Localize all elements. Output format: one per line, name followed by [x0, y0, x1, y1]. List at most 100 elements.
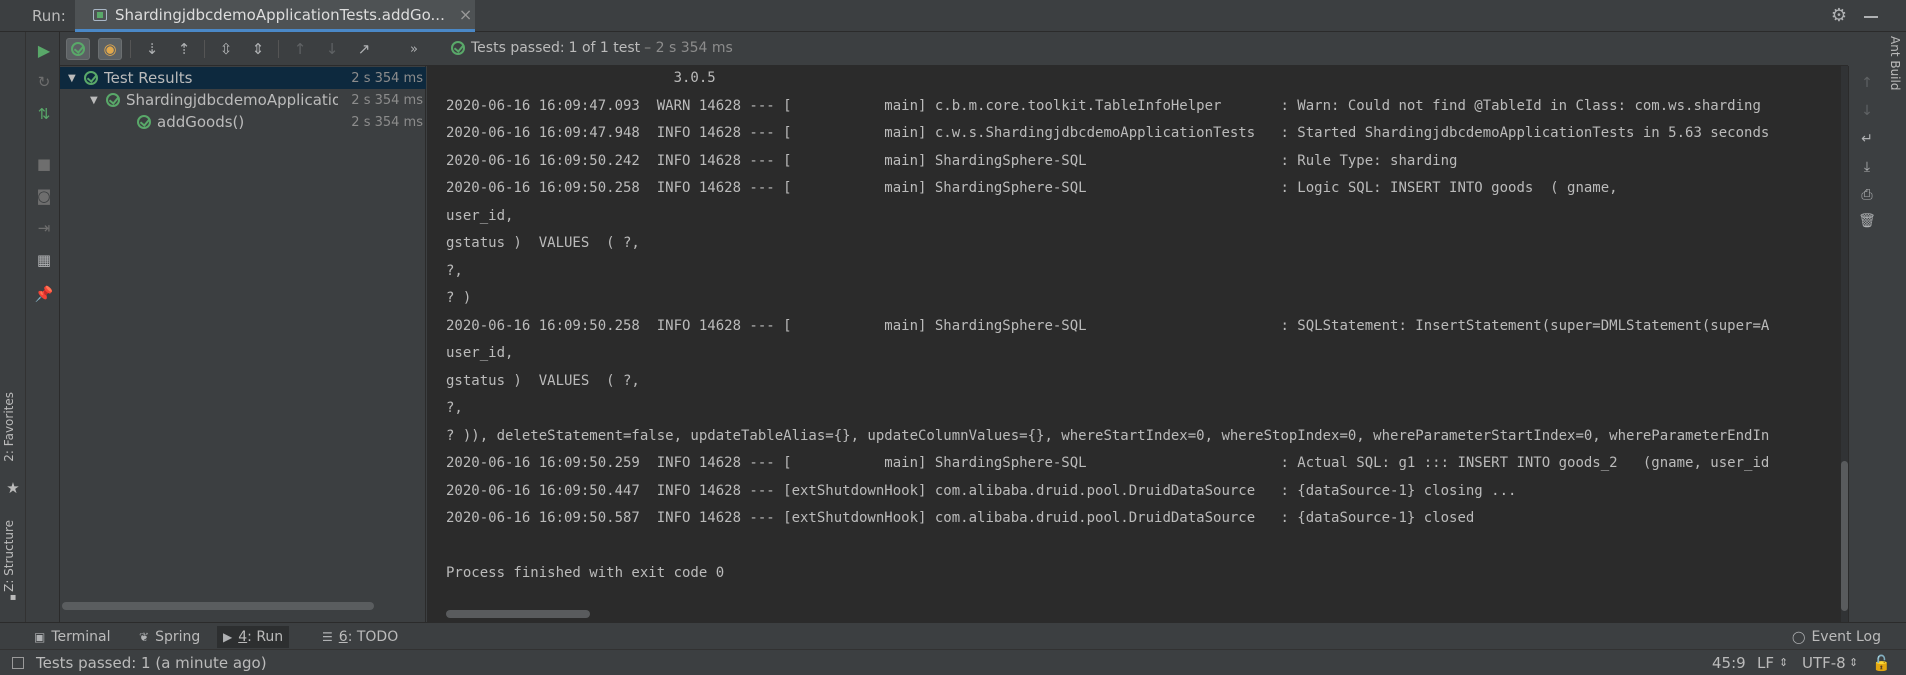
spring-label: Spring: [155, 629, 201, 645]
soft-wrap-icon[interactable]: ↵: [1858, 130, 1876, 148]
console-line: Process finished with exit code 0: [446, 565, 725, 581]
console-line: ?,: [446, 262, 463, 279]
event-log-icon: ◯: [1792, 630, 1806, 644]
show-ignored-toggle[interactable]: ◉: [98, 38, 122, 60]
toggle-auto-test-icon[interactable]: ⇅: [34, 104, 54, 124]
stop-icon[interactable]: ■: [34, 154, 54, 174]
arrow-down-icon[interactable]: ↓: [320, 38, 344, 60]
file-encoding[interactable]: UTF-8: [1802, 654, 1846, 672]
arrow-up-icon[interactable]: ↑: [1858, 74, 1876, 92]
expand-all-icon[interactable]: ⇳: [214, 38, 238, 60]
toolbar-separator: [278, 40, 279, 58]
tests-passed-label: Tests passed:: [471, 40, 565, 56]
tree-item-label: addGoods(): [157, 113, 245, 131]
tool-window-bar: ▣ Terminal ❦ Spring ▶ 4: Run ☰ 6: TODO ◯…: [0, 622, 1906, 649]
terminal-label: Terminal: [51, 629, 111, 645]
ant-build-tool-button[interactable]: Ant Build: [1888, 36, 1902, 90]
console-line: ? )), deleteStatement=false, updateTable…: [446, 427, 1770, 444]
chevron-down-icon: ⇕: [1779, 656, 1789, 669]
terminal-icon: ▣: [34, 630, 46, 644]
console-line: user_id,: [446, 345, 514, 361]
expand-arrow-icon[interactable]: ▼: [68, 73, 78, 84]
console-horizontal-scrollbar[interactable]: [446, 610, 590, 618]
tests-count: 1 of 1 test: [568, 40, 641, 56]
print-icon[interactable]: ⎙: [1858, 186, 1876, 204]
console-output[interactable]: 3.0.5 2020-06-16 16:09:47.093 WARN 14628 …: [427, 66, 1848, 622]
console-line: gstatus ) VALUES ( ?,: [446, 235, 640, 251]
test-status: Tests passed: 1 of 1 test – 2 s 354 ms: [451, 40, 733, 56]
run-config-tab-title: ShardingjdbcdemoApplicationTests.addGo..…: [115, 5, 445, 24]
console-line: gstatus ) VALUES ( ?,: [446, 372, 640, 389]
sort-duration-icon[interactable]: ⇡: [172, 38, 196, 60]
run-tool-window-header: Run: ShardingjdbcdemoApplicationTests.ad…: [0, 0, 1906, 32]
list-icon: ☰: [322, 630, 333, 644]
structure-tool-button[interactable]: Z: Structure: [2, 520, 24, 592]
console-line: 2020-06-16 16:09:50.587 INFO 14628 --- […: [446, 510, 1475, 526]
check-icon: [106, 93, 120, 107]
check-icon: [71, 42, 85, 56]
collapse-all-icon[interactable]: ⇕: [246, 38, 270, 60]
left-tool-strip: 2: Favorites ★ Z: Structure ▪: [0, 32, 26, 622]
minimize-icon[interactable]: [1862, 7, 1880, 25]
console-line: 2020-06-16 16:09:50.242 INFO 14628 --- […: [446, 152, 1458, 169]
show-passed-toggle[interactable]: [66, 38, 90, 60]
check-icon: [137, 115, 151, 129]
tree-item-duration: 2 s 354 ms: [351, 92, 423, 108]
pin-icon[interactable]: 📌: [34, 284, 54, 304]
tests-time: – 2 s 354 ms: [644, 40, 733, 56]
arrow-down-icon[interactable]: ↓: [1858, 102, 1876, 120]
console-tools: ↑ ↓ ↵ ⤓ ⎙ 🗑: [1848, 66, 1884, 622]
trash-icon[interactable]: 🗑: [1858, 212, 1876, 230]
run-mnemonic: 4: [238, 629, 248, 645]
caret-position[interactable]: 45:9: [1712, 654, 1746, 672]
todo-mnemonic: 6: [338, 629, 348, 645]
toolbar-separator: [130, 40, 131, 58]
terminal-tool-button[interactable]: ▣ Terminal: [28, 626, 117, 648]
tree-item-test-method[interactable]: addGoods() 2 s 354 ms: [60, 111, 426, 133]
scroll-to-end-icon[interactable]: ⤓: [1858, 158, 1876, 176]
test-results-tree: ▼ Test Results 2 s 354 ms ▼ Shardingjdbc…: [60, 66, 426, 622]
line-separator[interactable]: LF: [1757, 654, 1774, 672]
arrow-up-icon[interactable]: ↑: [288, 38, 312, 60]
structure-icon: ▪: [9, 592, 17, 603]
run-actions-toolbar: ▶ ↻ ⇅ ■ ◙ ⇥ ▦ 📌: [26, 32, 60, 622]
todo-tool-button[interactable]: ☰ 6: TODO: [316, 626, 404, 648]
rerun-failed-icon[interactable]: ↻: [34, 72, 54, 92]
tree-horizontal-scrollbar[interactable]: [62, 602, 374, 610]
tree-item-test-results[interactable]: ▼ Test Results 2 s 354 ms: [60, 67, 426, 89]
tree-item-duration: 2 s 354 ms: [351, 70, 423, 86]
favorites-tool-button[interactable]: 2: Favorites: [2, 392, 24, 462]
run-tool-button[interactable]: ▶ 4: Run: [217, 626, 290, 648]
event-log-tool-button[interactable]: ◯ Event Log: [1786, 626, 1887, 648]
event-log-label: Event Log: [1811, 629, 1881, 645]
spring-icon: ❦: [139, 630, 150, 644]
todo-label: : TODO: [347, 629, 399, 645]
gear-icon[interactable]: ⚙: [1829, 5, 1849, 26]
toggle-tool-windows-icon[interactable]: [12, 657, 24, 669]
right-tool-strip: [1884, 32, 1906, 622]
run-label: : Run: [247, 629, 284, 645]
tree-item-label: ShardingjdbcdemoApplicationTests: [126, 91, 338, 109]
tree-item-test-class[interactable]: ▼ ShardingjdbcdemoApplicationTests 2 s 3…: [60, 89, 426, 111]
camera-icon[interactable]: ◙: [34, 186, 54, 206]
export-icon[interactable]: ↗: [352, 38, 376, 60]
expand-arrow-icon[interactable]: ▼: [90, 95, 100, 106]
status-message[interactable]: Tests passed: 1 (a minute ago): [36, 654, 267, 672]
exit-icon[interactable]: ⇥: [34, 218, 54, 238]
run-config-tab[interactable]: ShardingjdbcdemoApplicationTests.addGo..…: [75, 0, 475, 32]
console-line: 3.0.5: [446, 70, 716, 86]
test-runner-toolbar: ◉ ⇣ ⇡ ⇳ ⇕ ↑ ↓ ↗ » Tests passed: 1 of 1 t…: [60, 32, 1848, 66]
test-config-icon: [93, 8, 107, 21]
sort-alpha-icon[interactable]: ⇣: [140, 38, 164, 60]
play-icon: ▶: [223, 630, 233, 644]
layout-icon[interactable]: ▦: [34, 250, 54, 270]
close-icon[interactable]: ×: [459, 5, 472, 24]
rerun-icon[interactable]: ▶: [34, 40, 54, 60]
chevron-right-icon[interactable]: »: [402, 38, 426, 60]
console-scroll-thumb[interactable]: [1841, 461, 1848, 611]
console-vertical-scrollbar[interactable]: [1841, 66, 1848, 622]
lock-icon[interactable]: 🔓: [1872, 654, 1891, 672]
spring-tool-button[interactable]: ❦ Spring: [133, 626, 206, 648]
console-line: ?,: [446, 400, 463, 416]
